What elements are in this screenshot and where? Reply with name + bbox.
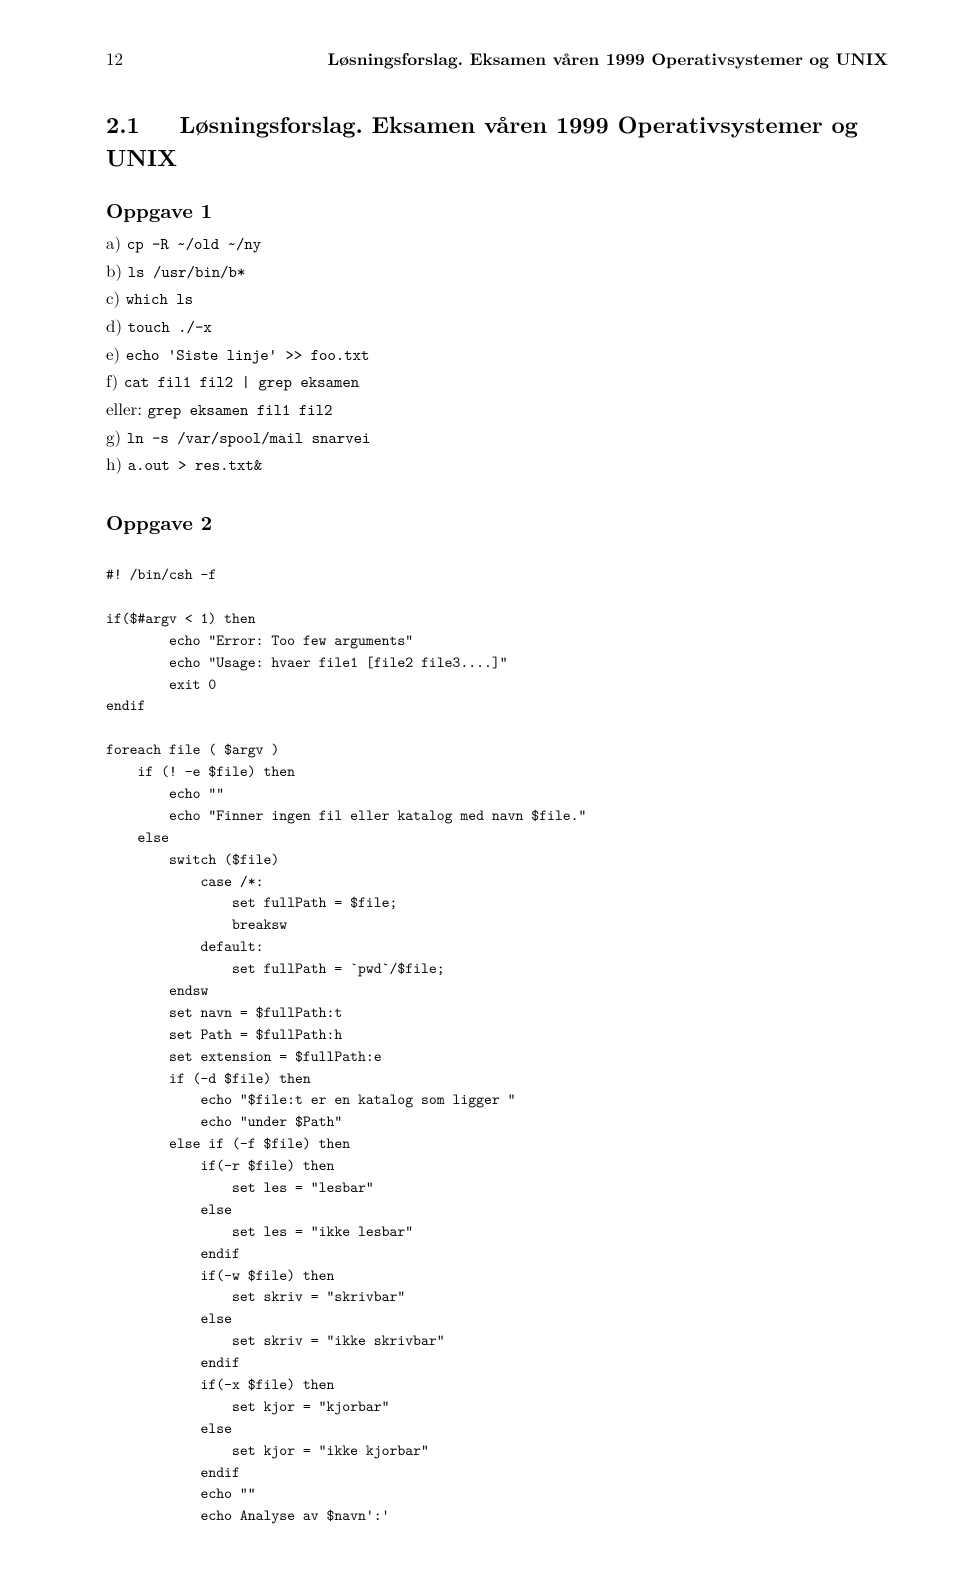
page-header: 12 Løsningsforslag. Eksamen våren 1999 O… [106,46,888,71]
list-item: b) ls /usr/bin/b* [106,258,888,285]
item-label: d) [106,313,122,337]
oppgave1-list: a) cp -R ~/old ~/ny b) ls /usr/bin/b* c)… [106,230,888,478]
item-label: c) [106,285,120,309]
item-code: a.out > res.txt& [128,455,262,476]
section-heading: Løsningsforslag. Eksamen våren 1999 Oper… [106,107,858,173]
list-item: eller: grep eksamen fil1 fil2 [106,396,888,423]
list-item: g) ln -s /var/spool/mail snarvei [106,424,888,451]
item-label: a) [106,230,121,254]
item-code: which ls [126,289,193,310]
oppgave2-title: Oppgave 2 [106,507,888,536]
list-item: h) a.out > res.txt& [106,451,888,478]
item-code: ls /usr/bin/b* [128,262,246,283]
item-code: echo 'Siste linje' >> foo.txt [126,345,370,366]
document-page: 12 Løsningsforslag. Eksamen våren 1999 O… [0,0,960,1587]
list-item: f) cat fil1 fil2 | grep eksamen [106,368,888,395]
list-item: a) cp -R ~/old ~/ny [106,230,888,257]
item-label: g) [106,424,121,448]
item-code: cp -R ~/old ~/ny [127,234,261,255]
list-item: c) which ls [106,285,888,312]
item-label: e) [106,341,120,365]
list-item: e) echo 'Siste linje' >> foo.txt [106,341,888,368]
oppgave1-title: Oppgave 1 [106,195,888,224]
page-number: 12 [106,46,123,70]
section-number: 2.1 [106,107,140,140]
running-title: Løsningsforslag. Eksamen våren 1999 Oper… [328,47,888,71]
item-code: cat fil1 fil2 | grep eksamen [124,372,359,393]
item-label: eller: [106,396,142,420]
item-label: f) [106,368,118,392]
item-label: h) [106,451,122,475]
oppgave2-code: #! /bin/csh -f if($#argv < 1) then echo … [106,564,888,1527]
item-label: b) [106,258,122,282]
item-code: touch ./-x [128,317,212,338]
item-code: grep eksamen fil1 fil2 [148,400,333,421]
item-code: ln -s /var/spool/mail snarvei [127,428,371,449]
section-title: 2.1 Løsningsforslag. Eksamen våren 1999 … [106,107,888,173]
list-item: d) touch ./-x [106,313,888,340]
